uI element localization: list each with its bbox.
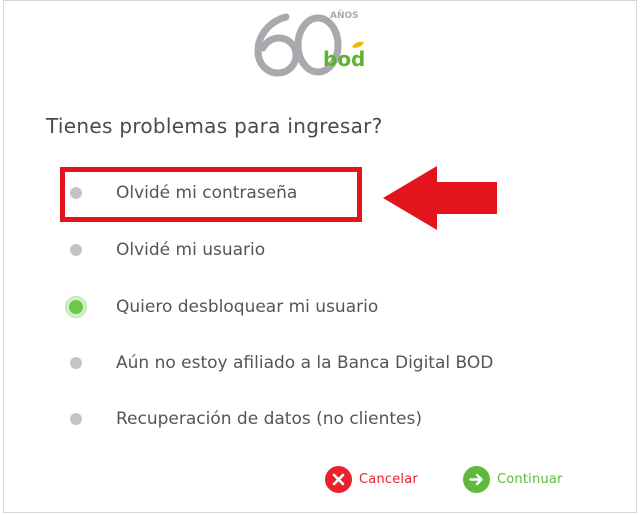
radio-unchecked-icon[interactable]: [70, 357, 82, 369]
logo-years-text: AÑOS: [330, 10, 359, 21]
arrow-right-icon[interactable]: [463, 465, 490, 493]
option-unlock-username[interactable]: Quiero desbloquear mi usuario: [66, 292, 379, 322]
dialog-actions: Cancelar Continuar: [324, 465, 624, 495]
annotation-highlight-box: [60, 167, 362, 222]
radio-checked-icon[interactable]: [66, 297, 86, 317]
option-forgot-username[interactable]: Olvidé mi usuario: [70, 235, 265, 265]
continue-label[interactable]: Continuar: [497, 472, 563, 487]
dialog-question: Tienes problemas para ingresar?: [46, 114, 383, 138]
logo-bod-text: bod: [323, 47, 365, 71]
radio-unchecked-icon[interactable]: [70, 244, 82, 256]
continue-button[interactable]: Continuar: [463, 465, 563, 493]
option-label: Aún no estoy afiliado a la Banca Digital…: [116, 353, 494, 373]
option-label: Olvidé mi usuario: [116, 240, 266, 260]
option-data-recovery[interactable]: Recuperación de datos (no clientes): [70, 404, 422, 434]
logo-graphic: AÑOS bod: [254, 10, 365, 77]
option-not-affiliated[interactable]: Aún no estoy afiliado a la Banca Digital…: [70, 348, 493, 378]
close-x-icon[interactable]: [325, 465, 352, 493]
annotation-arrow-icon: [383, 166, 497, 230]
radio-unchecked-icon[interactable]: [70, 413, 82, 425]
cancel-label[interactable]: Cancelar: [359, 472, 418, 487]
recovery-dialog: AÑOS bod Tienes problemas para ingresar?…: [3, 0, 637, 513]
bod-60-years-logo: AÑOS bod: [248, 5, 382, 77]
option-label: Quiero desbloquear mi usuario: [116, 297, 379, 317]
cancel-button[interactable]: Cancelar: [325, 465, 418, 493]
option-label: Recuperación de datos (no clientes): [116, 409, 422, 429]
